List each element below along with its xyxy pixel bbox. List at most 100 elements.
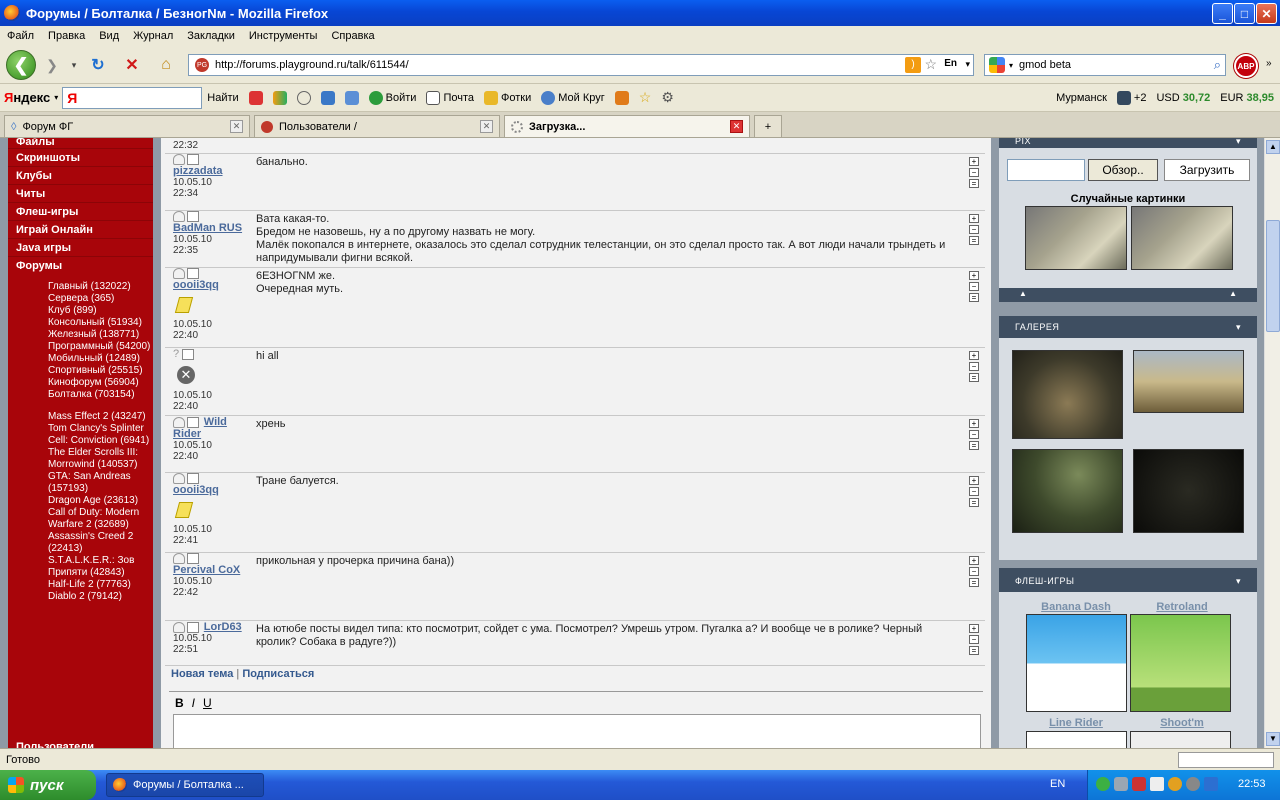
banana-dash-thumbnail[interactable] xyxy=(1026,614,1127,712)
minus-icon[interactable]: − xyxy=(969,635,979,644)
scroll-down-icon[interactable]: ▼ xyxy=(1266,732,1280,746)
italic-button[interactable]: I xyxy=(192,696,195,710)
forum-link[interactable]: Программный (54200) xyxy=(48,341,153,353)
quote-icon[interactable]: = xyxy=(969,498,979,507)
game-forum-link[interactable]: S.T.A.L.K.E.R.: Зов Припяти (42843) xyxy=(48,555,153,579)
clock-tray-icon[interactable] xyxy=(1186,777,1200,791)
plus-icon[interactable]: + xyxy=(969,476,979,485)
plus-icon[interactable]: + xyxy=(969,157,979,166)
nav-cheats[interactable]: Читы xyxy=(8,185,153,203)
subscribe-link[interactable]: Подписаться xyxy=(242,668,314,680)
url-dropdown-icon[interactable]: ▾ xyxy=(965,59,970,70)
tab-users[interactable]: Пользователи / ✕ xyxy=(254,115,500,137)
mail-icon[interactable] xyxy=(187,211,199,222)
photos-button[interactable]: Фотки xyxy=(479,90,536,105)
forum-link[interactable]: Консольный (51934) xyxy=(48,317,153,329)
forum-link[interactable]: Железный (138771) xyxy=(48,329,153,341)
taskbar-firefox-window[interactable]: Форумы / Болталка ... xyxy=(106,773,264,797)
random-picture[interactable] xyxy=(1025,206,1127,270)
prev-arrow-icon[interactable]: ▲ xyxy=(1019,289,1027,298)
gallery-image[interactable] xyxy=(1012,350,1123,439)
start-button[interactable]: пуск xyxy=(0,770,96,800)
spellcheck-icon[interactable] xyxy=(316,90,340,105)
next-arrow-icon[interactable]: ▲ xyxy=(1229,289,1237,298)
gallery-image[interactable] xyxy=(1133,449,1244,533)
bold-button[interactable]: B xyxy=(175,696,184,710)
yandex-logo[interactable]: Яндекс xyxy=(0,90,54,105)
maximize-button[interactable]: □ xyxy=(1234,3,1255,24)
mail-icon[interactable] xyxy=(187,154,199,165)
new-tab-button[interactable]: + xyxy=(754,115,782,137)
nav-play-online[interactable]: Играй Онлайн xyxy=(8,221,153,239)
upload-button[interactable]: Загрузить xyxy=(1164,159,1250,181)
tab-close-icon[interactable]: ✕ xyxy=(230,120,243,133)
plus-icon[interactable]: + xyxy=(969,271,979,280)
gallery-image[interactable] xyxy=(1012,449,1123,533)
plus-icon[interactable]: + xyxy=(969,351,979,360)
nav-users[interactable]: Пользователи xyxy=(8,738,153,748)
menu-bookmarks[interactable]: Закладки xyxy=(180,30,242,42)
quote-icon[interactable]: = xyxy=(969,578,979,587)
forward-icon[interactable]: ❯ xyxy=(42,55,62,75)
rating-icon[interactable] xyxy=(173,154,185,165)
rating-icon[interactable] xyxy=(173,473,185,484)
game-forum-link[interactable]: Mass Effect 2 (43247) xyxy=(48,411,153,423)
quote-icon[interactable]: = xyxy=(969,236,979,245)
translate-icon[interactable] xyxy=(340,90,364,105)
search-icon[interactable]: ⌕ xyxy=(1214,57,1221,73)
mail-icon[interactable] xyxy=(187,553,199,564)
network-icon[interactable] xyxy=(1114,777,1128,791)
mail-icon[interactable] xyxy=(181,348,194,360)
language-indicator[interactable]: EN xyxy=(1050,778,1065,790)
nav-forums[interactable]: Форумы xyxy=(8,257,153,275)
rss-icon[interactable]: ) xyxy=(905,57,921,73)
plus-icon[interactable]: + xyxy=(969,556,979,565)
reply-textarea[interactable] xyxy=(173,714,981,748)
user-link[interactable]: pizzadata xyxy=(173,165,223,177)
tray-app-icon[interactable] xyxy=(1096,777,1110,791)
minus-icon[interactable]: − xyxy=(969,567,979,576)
nav-flash-games[interactable]: Флеш-игры xyxy=(8,203,153,221)
yandex-menu-icon[interactable]: ▾ xyxy=(54,93,58,102)
menu-history[interactable]: Журнал xyxy=(126,30,180,42)
user-link[interactable]: BadMan RUS xyxy=(173,222,242,234)
forum-link[interactable]: Клуб (899) xyxy=(48,305,153,317)
nav-files[interactable]: Файлы xyxy=(8,138,153,149)
updates-icon[interactable] xyxy=(1168,777,1182,791)
engine-dropdown-icon[interactable]: ▾ xyxy=(1009,61,1013,70)
menu-view[interactable]: Вид xyxy=(92,30,126,42)
mail-icon[interactable] xyxy=(187,268,199,279)
vertical-scrollbar[interactable]: ▲ ▼ xyxy=(1264,138,1280,748)
rating-icon[interactable] xyxy=(173,621,185,633)
underline-button[interactable]: U xyxy=(203,696,212,710)
forum-link[interactable]: Кинофорум (56904) xyxy=(48,377,153,389)
tab-loading[interactable]: Загрузка... ✕ xyxy=(504,115,750,137)
forum-link[interactable]: Мобильный (12489) xyxy=(48,353,153,365)
history-dropdown-icon[interactable]: ▾ xyxy=(64,55,84,75)
rating-icon[interactable] xyxy=(173,268,185,279)
flash-game-link[interactable]: Retroland xyxy=(1131,601,1233,613)
minus-icon[interactable]: − xyxy=(969,168,979,177)
reload-icon[interactable]: ↻ xyxy=(88,55,108,75)
volume-icon[interactable] xyxy=(1150,777,1164,791)
quote-icon[interactable]: = xyxy=(969,373,979,382)
toolbar-overflow-icon[interactable]: » xyxy=(1266,58,1272,69)
quote-icon[interactable]: = xyxy=(969,179,979,188)
bookmark-star-icon[interactable]: ☆ xyxy=(924,56,937,73)
random-picture[interactable] xyxy=(1131,206,1233,270)
speech-icon[interactable] xyxy=(292,90,316,105)
nav-screenshots[interactable]: Скриншоты xyxy=(8,149,153,167)
yandex-find-button[interactable]: Найти xyxy=(202,92,243,104)
yandex-search-input[interactable]: Я xyxy=(62,86,203,109)
game-forum-link[interactable]: Half-Life 2 (77763) xyxy=(48,579,153,591)
forum-link[interactable]: Болталка (703154) xyxy=(48,389,153,401)
user-link[interactable]: oooii3qq xyxy=(173,484,219,496)
flash-game-link[interactable]: Banana Dash xyxy=(1025,601,1127,613)
tab-close-icon[interactable]: ✕ xyxy=(730,120,743,133)
search-box[interactable]: ▾ gmod beta ⌕ xyxy=(984,54,1226,76)
address-bar[interactable]: PG http://forums.playground.ru/talk/6115… xyxy=(188,54,974,76)
forum-link[interactable]: Главный (132022) xyxy=(48,281,153,293)
tab-forum-fg[interactable]: ◊ Форум ФГ ✕ xyxy=(4,115,250,137)
flash-game-link[interactable]: Shoot'm xyxy=(1131,717,1233,729)
gallery-image[interactable] xyxy=(1133,350,1244,413)
